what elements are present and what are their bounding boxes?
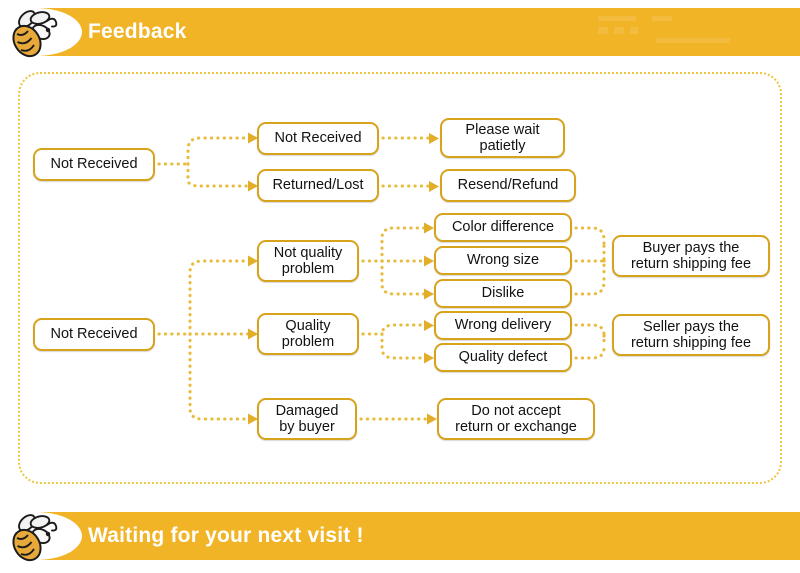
header-watermark [598, 14, 768, 48]
flow-node-root-not-received-bottom: Not Received [33, 318, 155, 351]
flow-node-dislike: Dislike [434, 279, 572, 308]
bee-icon [12, 10, 58, 58]
header-banner: Feedback [0, 8, 800, 58]
flow-node-resend-refund: Resend/Refund [440, 169, 576, 202]
flow-node-seller-pays: Seller pays the return shipping fee [612, 314, 770, 356]
flow-node-please-wait: Please wait patietly [440, 118, 565, 158]
flow-node-returned-lost: Returned/Lost [257, 169, 379, 202]
flow-node-wrong-size: Wrong size [434, 246, 572, 275]
flow-node-do-not-accept: Do not accept return or exchange [437, 398, 595, 440]
bee-icon [12, 514, 58, 562]
flow-node-wrong-delivery: Wrong delivery [434, 311, 572, 340]
flow-node-root-not-received-top: Not Received [33, 148, 155, 181]
flow-node-quality-defect: Quality defect [434, 343, 572, 372]
flow-node-not-received-2: Not Received [257, 122, 379, 155]
flow-node-not-quality-problem: Not quality problem [257, 240, 359, 282]
header-title: Feedback [88, 20, 187, 43]
footer-title: Waiting for your next visit ! [88, 524, 364, 547]
flow-node-color-difference: Color difference [434, 213, 572, 242]
flow-node-buyer-pays: Buyer pays the return shipping fee [612, 235, 770, 277]
flowchart-panel [18, 72, 782, 484]
flow-node-quality-problem: Quality problem [257, 313, 359, 355]
footer-banner: Waiting for your next visit ! [0, 512, 800, 562]
flow-node-damaged-by-buyer: Damaged by buyer [257, 398, 357, 440]
